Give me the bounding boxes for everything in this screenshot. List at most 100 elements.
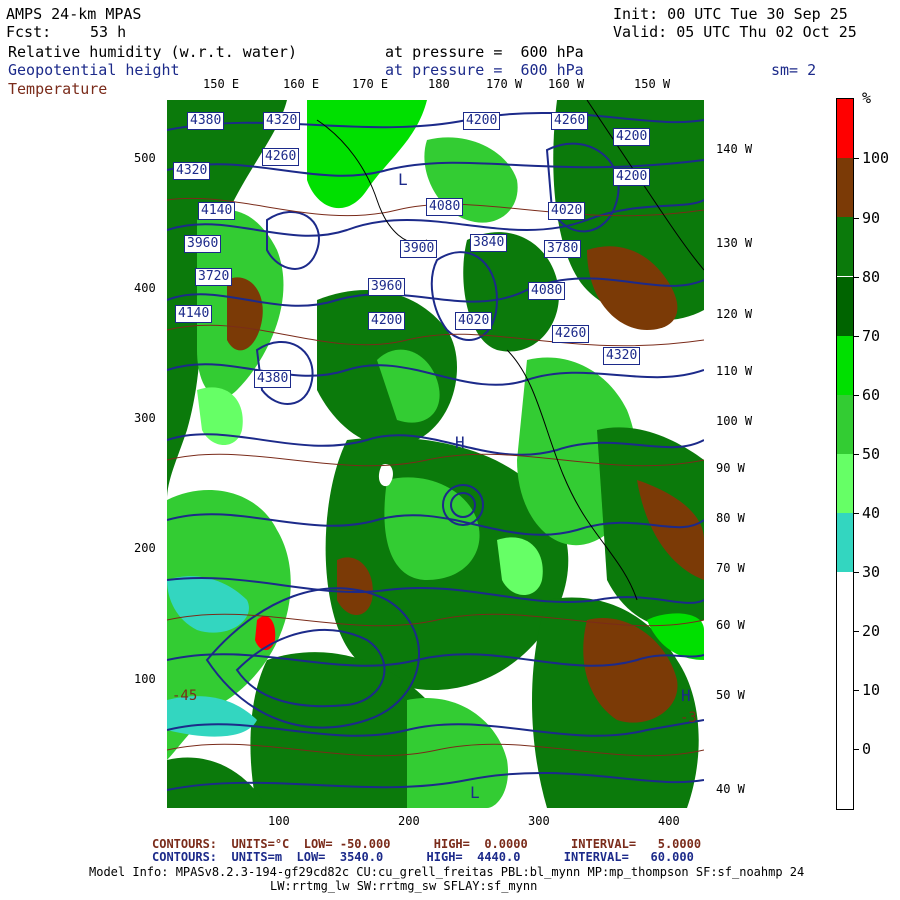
right-lon-label: 110 W	[716, 364, 753, 378]
top-lon-label: 170 W	[486, 77, 523, 91]
height-contour-label: 4200	[368, 312, 406, 330]
colorbar-segment	[837, 217, 853, 277]
height-contour-label: 3780	[544, 240, 582, 258]
x-tick-label: 300	[528, 814, 550, 828]
colorbar-label: 90	[862, 209, 881, 227]
top-lon-label: 150 W	[634, 77, 671, 91]
field-height-name: Geopotential height	[8, 61, 180, 79]
right-lon-label: 140 W	[716, 142, 753, 156]
y-tick-label: 500	[134, 151, 156, 165]
colorbar-tick	[853, 454, 859, 455]
height-contour-label: 4080	[426, 198, 464, 216]
colorbar-segment	[837, 513, 853, 573]
right-lon-label: 90 W	[716, 461, 745, 475]
height-contour-label: 4140	[175, 305, 213, 323]
y-tick-label: 100	[134, 672, 156, 686]
colorbar-unit: %	[862, 89, 872, 107]
colorbar-segment	[837, 631, 853, 691]
x-tick-label: 400	[658, 814, 680, 828]
field-rh-level: at pressure = 600 hPa	[385, 43, 584, 61]
right-lon-label: 130 W	[716, 236, 753, 250]
height-contour-label: 4260	[552, 325, 590, 343]
colorbar-tick	[853, 336, 859, 337]
pressure-center-marker: L	[470, 783, 480, 802]
top-lon-label: 180	[428, 77, 450, 91]
colorbar-segment	[837, 749, 853, 809]
height-contour-label: 3720	[195, 268, 233, 286]
colorbar-tick	[853, 395, 859, 396]
height-contour-label: 4380	[254, 370, 292, 388]
height-contour-label: 4200	[463, 112, 501, 130]
init-time: Init: 00 UTC Tue 30 Sep 25	[613, 5, 848, 23]
colorbar-label: 100	[862, 149, 890, 167]
top-lon-label: 160 E	[283, 77, 320, 91]
y-tick-label: 400	[134, 281, 156, 295]
colorbar-segment	[837, 276, 853, 336]
footer-model-info-2: LW:rrtmg_lw SW:rrtmg_sw SFLAY:sf_mynn	[270, 879, 538, 893]
height-contour-label: 4320	[173, 162, 211, 180]
colorbar-label: 0	[862, 740, 872, 758]
colorbar-tick	[853, 218, 859, 219]
temperature-marker: -45	[172, 688, 198, 704]
height-contour-label: 3960	[368, 278, 406, 296]
colorbar-label: 80	[862, 268, 881, 286]
right-lon-label: 40 W	[716, 782, 745, 796]
top-lon-label: 150 E	[203, 77, 240, 91]
height-contour-label: 4260	[551, 112, 589, 130]
colorbar-tick	[853, 749, 859, 750]
y-tick-label: 300	[134, 411, 156, 425]
colorbar-tick	[853, 631, 859, 632]
y-tick-label: 200	[134, 541, 156, 555]
right-lon-label: 50 W	[716, 688, 745, 702]
x-tick-label: 200	[398, 814, 420, 828]
temperature-marker: -3	[680, 710, 697, 726]
colorbar-label: 10	[862, 681, 881, 699]
colorbar-segment	[837, 454, 853, 514]
height-contour-label: 3960	[184, 235, 222, 253]
field-temp-name: Temperature	[8, 80, 108, 98]
colorbar-tick	[853, 513, 859, 514]
height-contour-label: 3900	[400, 240, 438, 258]
height-contour-label: 4080	[528, 282, 566, 300]
colorbar-segment	[837, 690, 853, 750]
right-lon-label: 70 W	[716, 561, 745, 575]
right-lon-label: 60 W	[716, 618, 745, 632]
colorbar-label: 40	[862, 504, 881, 522]
height-contour-label: 4260	[262, 148, 300, 166]
colorbar-label: 50	[862, 445, 881, 463]
colorbar-tick	[853, 572, 859, 573]
fcst-label: Fcst:	[6, 23, 52, 41]
height-contour-label: 4200	[613, 128, 651, 146]
footer-model-info-1: Model Info: MPASv8.2.3-194-gf29cd82c CU:…	[89, 865, 805, 879]
field-height-level: at pressure = 600 hPa	[385, 61, 584, 79]
colorbar-segment	[837, 335, 853, 395]
colorbar-label: 20	[862, 622, 881, 640]
pressure-center-marker: L	[398, 170, 408, 189]
colorbar-segment	[837, 158, 853, 218]
height-contour-label: 4200	[613, 168, 651, 186]
colorbar-tick	[853, 158, 859, 159]
colorbar-segment	[837, 394, 853, 454]
top-lon-label: 170 E	[352, 77, 389, 91]
height-contour-label: 4320	[263, 112, 301, 130]
colorbar-segment	[837, 99, 853, 159]
right-lon-label: 80 W	[716, 511, 745, 525]
fcst-value: 53 h	[90, 23, 127, 41]
pressure-center-marker: H	[681, 686, 691, 705]
x-tick-label: 100	[268, 814, 290, 828]
colorbar-label: 70	[862, 327, 881, 345]
height-contour-label: 4380	[187, 112, 225, 130]
height-contour-label: 4320	[603, 347, 641, 365]
valid-time: Valid: 05 UTC Thu 02 Oct 25	[613, 23, 857, 41]
height-contour-label: 4020	[455, 312, 493, 330]
height-contour-label: 4140	[198, 202, 236, 220]
pressure-center-marker: H	[455, 433, 465, 452]
colorbar-label: 60	[862, 386, 881, 404]
model-title: AMPS 24-km MPAS	[6, 5, 142, 23]
right-lon-label: 120 W	[716, 307, 753, 321]
colorbar-label: 30	[862, 563, 881, 581]
right-lon-label: 100 W	[716, 414, 753, 428]
height-contour-label: 3840	[470, 234, 508, 252]
smoothing-label: sm= 2	[771, 61, 817, 79]
footer-height-contours: CONTOURS: UNITS=m LOW= 3540.0 HIGH= 4440…	[152, 850, 694, 864]
